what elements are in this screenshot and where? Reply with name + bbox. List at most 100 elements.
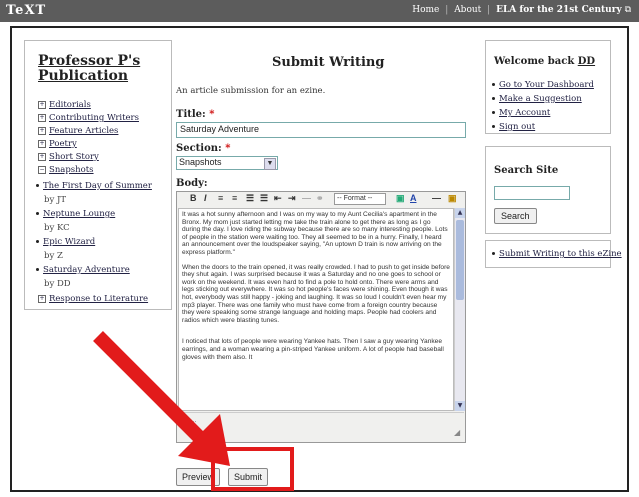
dashboard-link[interactable]: Go to Your Dashboard [492,80,594,90]
collapse-icon[interactable]: − [38,165,46,174]
sign-out-link[interactable]: Sign out [492,122,535,132]
chevron-down-icon[interactable]: ▼ [264,158,276,170]
article-byline: by Z [44,251,63,261]
username-link[interactable]: DD [578,56,595,67]
editor-toolbar: B I ≡ ≡ ☰ ☰ ⇤ ⇥ — ⚭ ▣ A — ▣ [178,192,464,206]
sidebar-article-first-day[interactable]: The First Day of Summer [36,181,152,191]
sidebar-item-label[interactable]: Short Story [49,152,99,162]
sidebar-item-poetry[interactable]: + Poetry [38,139,77,149]
scroll-down-icon[interactable]: ▼ [455,401,465,411]
section-label: Section: * [176,143,230,154]
nav-ela-link[interactable]: ELA for the 21st Century [496,5,622,15]
expand-icon[interactable]: + [38,152,46,161]
sidebar-item-response-literature[interactable]: + Response to Literature [38,294,148,304]
title-label-text: Title: [176,109,206,120]
sidebar-item-label[interactable]: Poetry [49,139,77,149]
search-heading: Search Site [494,165,559,176]
nav-home-link[interactable]: Home [412,5,439,15]
submit-writing-link-text[interactable]: Submit Writing to this eZine [499,249,622,259]
article-link[interactable]: Saturday Adventure [43,265,130,275]
sidebar-item-label[interactable]: Editorials [49,100,91,110]
link-icon[interactable]: ⚭ [316,193,324,204]
section-select[interactable]: Snapshots ▼ [176,156,278,170]
image-icon[interactable]: ▣ [396,193,405,204]
article-byline: by JT [44,195,67,205]
publication-title-line2[interactable]: Publication [38,68,128,84]
expand-icon[interactable]: + [38,294,46,303]
top-bar: TeXT Home | About | ELA for the 21st Cen… [0,0,639,22]
align-center-icon[interactable]: ≡ [232,193,237,203]
form-intro: An article submission for an ezine. [176,86,326,96]
horizontal-rule-icon[interactable]: — [302,193,311,203]
suggestion-link[interactable]: Make a Suggestion [492,94,582,104]
article-byline: by KC [44,223,70,233]
nav-separator: | [445,5,449,15]
bullet-icon [492,111,495,114]
required-mark: * [209,109,215,120]
expand-icon[interactable]: + [38,100,46,109]
sidebar-item-contributing-writers[interactable]: + Contributing Writers [38,113,139,123]
publication-title[interactable]: Professor P's Publication [38,54,168,84]
body-paragraph: It was a hot sunny afternoon and I was o… [182,211,448,256]
expand-icon[interactable]: + [38,113,46,122]
italic-button[interactable]: I [204,193,207,203]
dashboard-link-text[interactable]: Go to Your Dashboard [499,80,594,90]
bullet-icon [36,184,39,187]
sidebar-article-epic-wizard[interactable]: Epic Wizard [36,237,95,247]
account-link-text[interactable]: My Account [499,108,550,118]
submit-writing-link[interactable]: Submit Writing to this eZine [492,249,622,259]
body-label: Body: [176,178,208,189]
search-button[interactable]: Search [494,208,537,224]
annotation-highlight-box [211,447,294,491]
sidebar-item-feature-articles[interactable]: + Feature Articles [38,126,118,136]
bullet-list-icon[interactable]: ☰ [246,193,254,204]
expand-icon[interactable]: + [38,139,46,148]
section-label-text: Section: [176,143,222,154]
welcome-text: Welcome back [494,56,575,67]
welcome-heading: Welcome back DD [494,56,595,67]
align-left-icon[interactable]: ≡ [218,193,223,203]
editor-scrollbar[interactable]: ▲ ▼ [454,208,465,411]
format-select[interactable]: -- Format -- [334,193,386,205]
nav-about-link[interactable]: About [454,5,481,15]
title-label: Title: * [176,109,214,120]
numbered-list-icon[interactable]: ☰ [260,193,268,204]
sign-out-link-text[interactable]: Sign out [499,122,535,132]
sidebar-article-saturday[interactable]: Saturday Adventure [36,265,130,275]
site-logo[interactable]: TeXT [6,3,46,18]
publication-title-line1[interactable]: Professor P's [38,53,140,69]
expand-icon[interactable]: + [38,126,46,135]
article-byline: by DD [44,279,71,289]
resize-handle-icon[interactable]: ◢ [454,428,460,437]
bullet-icon [492,125,495,128]
sidebar-item-editorials[interactable]: + Editorials [38,100,91,110]
article-link[interactable]: Neptune Lounge [43,209,115,219]
sidebar-item-short-story[interactable]: + Short Story [38,152,99,162]
page-title: Submit Writing [272,55,385,70]
account-link[interactable]: My Account [492,108,550,118]
scroll-up-icon[interactable]: ▲ [455,208,465,218]
bullet-icon [492,97,495,100]
article-link[interactable]: Epic Wizard [43,237,95,247]
scroll-thumb[interactable] [456,220,464,300]
title-input[interactable]: Saturday Adventure [176,122,466,138]
text-color-icon[interactable]: A [410,193,417,203]
bold-button[interactable]: B [190,193,197,203]
horizontal-rule-icon[interactable]: — [432,193,441,203]
article-link[interactable]: The First Day of Summer [43,181,152,191]
bullet-icon [492,252,495,255]
sidebar-item-snapshots[interactable]: − Snapshots [38,165,94,175]
sidebar-item-label[interactable]: Response to Literature [49,294,148,304]
bullet-icon [36,268,39,271]
paste-icon[interactable]: ▣ [448,193,457,204]
section-select-value[interactable]: Snapshots [179,157,222,167]
sidebar-item-label[interactable]: Feature Articles [49,126,118,136]
sidebar-article-neptune[interactable]: Neptune Lounge [36,209,115,219]
sidebar-item-label[interactable]: Snapshots [49,165,94,175]
sidebar-item-label[interactable]: Contributing Writers [49,113,139,123]
outdent-icon[interactable]: ⇤ [274,193,282,204]
bullet-icon [492,83,495,86]
search-input[interactable] [494,186,570,200]
suggestion-link-text[interactable]: Make a Suggestion [499,94,582,104]
indent-icon[interactable]: ⇥ [288,193,296,204]
